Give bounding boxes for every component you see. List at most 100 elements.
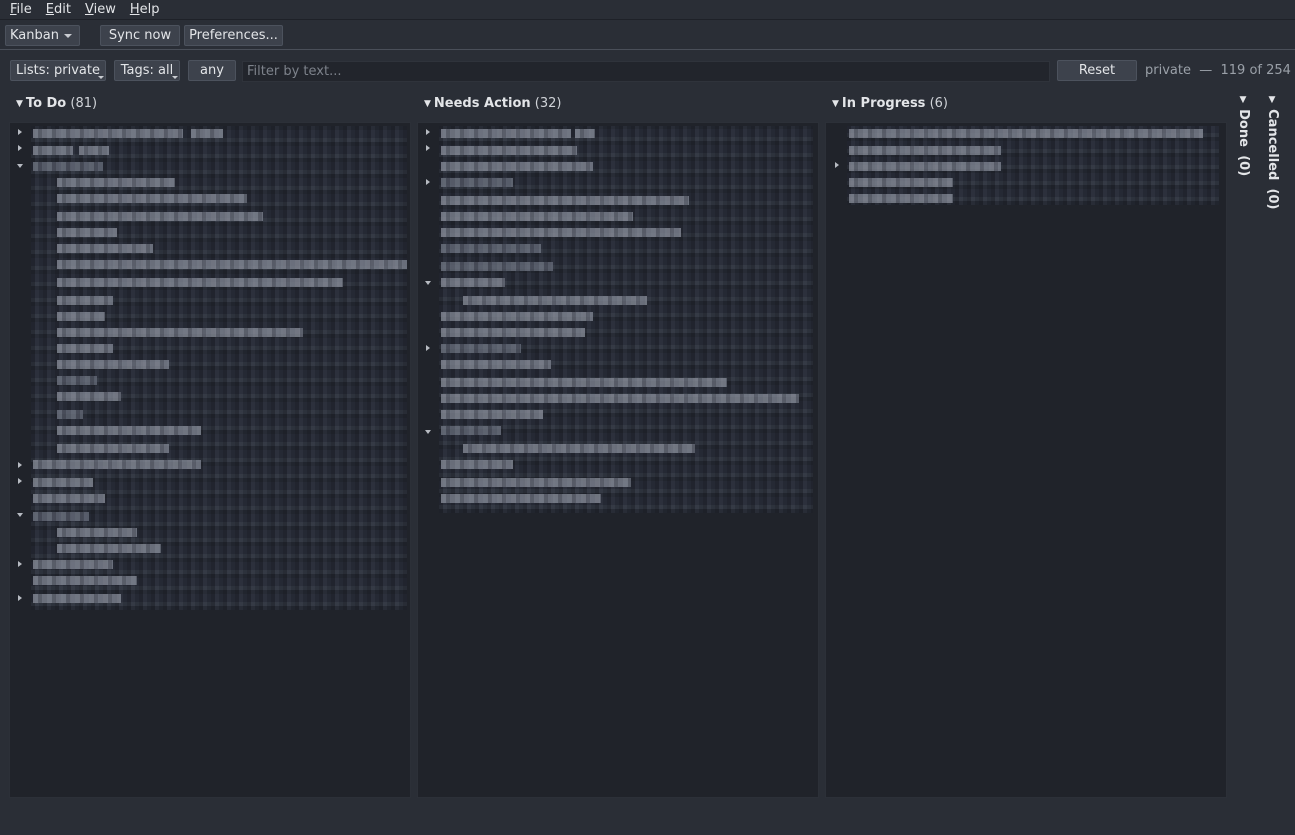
menu-view[interactable]: View [78, 1, 123, 18]
task-item[interactable] [57, 410, 83, 419]
task-item[interactable] [441, 244, 541, 253]
menu-edit[interactable]: Edit [39, 1, 78, 18]
column-header-cancelled[interactable]: ▼ Cancelled (0) [1265, 95, 1280, 209]
filter-text-input[interactable] [242, 61, 1050, 82]
column-header-todo[interactable]: ▼ To Do (81) [16, 96, 97, 114]
task-item[interactable] [441, 344, 521, 353]
preferences-label: Preferences... [189, 28, 278, 43]
task-item[interactable] [57, 376, 97, 385]
task-item[interactable] [57, 194, 247, 203]
expand-arrow-icon[interactable] [426, 345, 430, 351]
task-item[interactable] [57, 212, 263, 221]
preferences-button[interactable]: Preferences... [184, 25, 283, 46]
task-item[interactable] [33, 560, 113, 569]
task-item[interactable] [441, 478, 631, 487]
task-item[interactable] [441, 162, 593, 171]
menu-file[interactable]: File [3, 1, 39, 18]
column-count: (0) [1265, 188, 1280, 210]
task-item[interactable] [441, 394, 799, 403]
expand-arrow-icon[interactable] [835, 162, 839, 168]
task-item[interactable] [57, 244, 153, 253]
task-item[interactable] [57, 528, 137, 537]
tag-match-button[interactable]: any [188, 60, 236, 81]
task-item[interactable] [57, 296, 113, 305]
task-item[interactable] [57, 544, 161, 553]
sync-now-button[interactable]: Sync now [100, 25, 180, 46]
task-item[interactable] [849, 129, 1203, 138]
expand-arrow-icon[interactable] [18, 595, 22, 601]
task-item[interactable] [441, 460, 513, 469]
expand-arrow-icon[interactable] [426, 179, 430, 185]
task-item[interactable] [33, 478, 93, 487]
expand-arrow-icon[interactable] [18, 478, 22, 484]
expand-arrow-icon[interactable] [18, 561, 22, 567]
task-item[interactable] [57, 228, 117, 237]
task-item[interactable] [57, 344, 113, 353]
task-item[interactable] [33, 460, 201, 469]
task-item[interactable] [463, 296, 647, 305]
task-item[interactable] [441, 328, 585, 337]
task-item[interactable] [849, 178, 953, 187]
tags-filter-button[interactable]: Tags: all [114, 60, 180, 81]
task-item[interactable] [57, 178, 175, 187]
task-item[interactable] [33, 494, 105, 503]
task-item[interactable] [57, 392, 121, 401]
task-item[interactable] [849, 146, 1001, 155]
task-item[interactable] [441, 146, 577, 155]
column-header-done[interactable]: ▼ Done (0) [1236, 95, 1251, 176]
menu-view-label: iew [93, 2, 116, 17]
task-item[interactable] [441, 378, 727, 387]
task-item[interactable] [57, 260, 407, 269]
expand-arrow-icon[interactable] [18, 462, 22, 468]
expand-arrow-icon[interactable] [18, 129, 22, 135]
blurred-task-list [847, 126, 1219, 205]
expand-arrow-icon[interactable] [426, 129, 430, 135]
expand-arrow-icon[interactable] [18, 145, 22, 151]
task-item[interactable] [441, 262, 553, 271]
menu-help[interactable]: Help [123, 1, 167, 18]
task-item [79, 146, 109, 155]
column-count: (0) [1236, 155, 1251, 177]
menu-edit-mnemonic: E [45, 2, 54, 17]
task-item[interactable] [441, 494, 601, 503]
lists-filter-button[interactable]: Lists: private [10, 60, 106, 81]
task-item[interactable] [441, 360, 551, 369]
task-item[interactable] [441, 278, 505, 287]
task-item[interactable] [57, 426, 201, 435]
view-select[interactable]: Kanban [5, 25, 80, 46]
task-item[interactable] [33, 594, 121, 603]
task-item[interactable] [57, 328, 303, 337]
task-item[interactable] [441, 312, 593, 321]
column-header-needs-action[interactable]: ▼ Needs Action (32) [424, 96, 561, 114]
collapse-arrow-icon[interactable] [425, 430, 431, 434]
task-item[interactable] [441, 196, 689, 205]
menu-view-mnemonic: V [84, 2, 94, 17]
task-item[interactable] [57, 312, 105, 321]
task-item[interactable] [849, 162, 1001, 171]
task-item[interactable] [441, 426, 501, 435]
task-item[interactable] [441, 212, 633, 221]
task-item[interactable] [33, 146, 73, 155]
expand-arrow-icon[interactable] [426, 145, 430, 151]
task-item[interactable] [441, 129, 571, 138]
collapse-arrow-icon[interactable] [17, 513, 23, 517]
task-item[interactable] [33, 162, 103, 171]
task-item[interactable] [33, 129, 183, 138]
collapse-arrow-icon[interactable] [425, 281, 431, 285]
menu-edit-label: dit [54, 2, 71, 17]
task-item[interactable] [441, 410, 543, 419]
task-item[interactable] [57, 360, 169, 369]
task-item[interactable] [441, 178, 513, 187]
task-item[interactable] [441, 228, 681, 237]
collapse-arrow-icon[interactable] [17, 164, 23, 168]
reset-button[interactable]: Reset [1057, 60, 1137, 81]
task-item[interactable] [33, 512, 89, 521]
task-item[interactable] [57, 278, 343, 287]
blurred-task-list [31, 126, 407, 610]
collapse-triangle-icon: ▼ [1238, 95, 1248, 105]
column-header-in-progress[interactable]: ▼ In Progress (6) [832, 96, 948, 114]
task-item[interactable] [849, 194, 953, 203]
task-item[interactable] [463, 444, 695, 453]
task-item[interactable] [33, 576, 137, 585]
task-item[interactable] [57, 444, 169, 453]
